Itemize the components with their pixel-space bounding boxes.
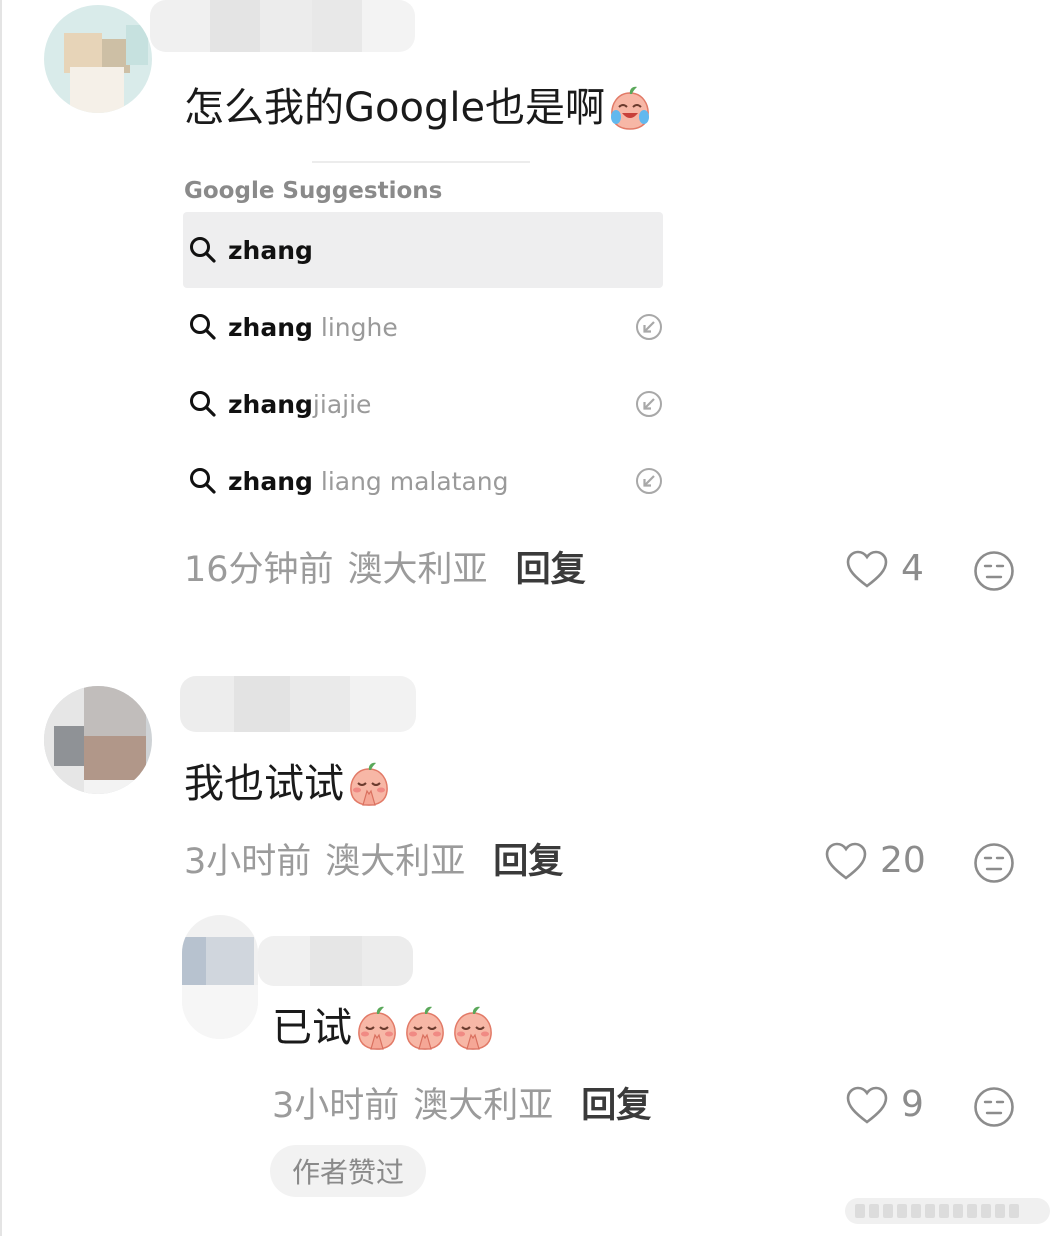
- comment-meta: 3小时前 澳大利亚 回复: [184, 842, 563, 882]
- search-icon: [188, 389, 218, 419]
- suggestion-row[interactable]: zhang: [183, 212, 663, 288]
- location: 澳大利亚: [347, 550, 488, 590]
- username-blurred[interactable]: [180, 676, 416, 732]
- reply-button[interactable]: 回复: [493, 842, 563, 882]
- like-button[interactable]: 20: [824, 840, 926, 881]
- fill-query-arrow-icon[interactable]: [635, 390, 663, 418]
- username-blurred[interactable]: [150, 0, 415, 52]
- suggestion-row[interactable]: zhang liang malatang: [183, 443, 663, 519]
- heart-icon: [825, 842, 867, 880]
- reply-meta: 3小时前 澳大利亚 回复: [272, 1086, 651, 1126]
- comment-text: 我也试试: [184, 760, 392, 808]
- search-icon: [188, 466, 218, 496]
- timestamp: 3小时前: [272, 1086, 400, 1126]
- heart-icon: [846, 550, 888, 588]
- reply-button[interactable]: 回复: [516, 550, 586, 590]
- praying-emoji-icon: [450, 1005, 496, 1051]
- comment-text: 怎么我的Google也是啊: [184, 84, 653, 132]
- avatar[interactable]: [44, 686, 152, 794]
- username-blurred[interactable]: [258, 936, 413, 986]
- author-liked-badge: 作者赞过: [270, 1145, 426, 1197]
- praying-emoji-icon: [402, 1005, 448, 1051]
- reply-body: 已试: [272, 1005, 352, 1051]
- avatar[interactable]: [182, 915, 258, 1039]
- divider: [312, 161, 530, 163]
- dislike-face-icon[interactable]: [973, 1086, 1015, 1128]
- reply-text: 已试: [272, 1004, 496, 1052]
- heart-icon: [846, 1086, 888, 1124]
- comment-meta: 16分钟前 澳大利亚 回复: [184, 550, 586, 590]
- search-icon: [188, 235, 218, 265]
- like-count: 4: [901, 548, 924, 589]
- praying-emoji-icon: [346, 761, 392, 807]
- comment-body: 我也试试: [184, 761, 344, 807]
- suggestion-row[interactable]: zhangjiajie: [183, 366, 663, 442]
- suggestions-title: Google Suggestions: [184, 178, 443, 204]
- dislike-face-icon[interactable]: [973, 842, 1015, 884]
- suggestion-text: zhang linghe: [228, 312, 398, 342]
- avatar[interactable]: [44, 5, 152, 113]
- like-count: 9: [901, 1084, 924, 1125]
- search-icon: [188, 312, 218, 342]
- timestamp: 3小时前: [184, 842, 312, 882]
- fill-query-arrow-icon[interactable]: [635, 313, 663, 341]
- timestamp: 16分钟前: [184, 550, 334, 590]
- suggestion-row[interactable]: zhang linghe: [183, 289, 663, 365]
- like-button[interactable]: 9: [845, 1084, 924, 1125]
- location: 澳大利亚: [413, 1086, 554, 1126]
- suggestion-text: zhang liang malatang: [228, 466, 509, 496]
- watermark: [845, 1198, 1050, 1224]
- dislike-face-icon[interactable]: [973, 550, 1015, 592]
- location: 澳大利亚: [325, 842, 466, 882]
- fill-query-arrow-icon[interactable]: [635, 467, 663, 495]
- like-count: 20: [880, 840, 926, 881]
- suggestion-text: zhangjiajie: [228, 389, 372, 419]
- like-button[interactable]: 4: [845, 548, 924, 589]
- laughing-crying-emoji-icon: [607, 85, 653, 131]
- comment-body: 怎么我的Google也是啊: [184, 85, 606, 131]
- reply-button[interactable]: 回复: [581, 1086, 651, 1126]
- praying-emoji-icon: [354, 1005, 400, 1051]
- suggestion-text: zhang: [228, 235, 313, 265]
- left-edge: [0, 0, 2, 1236]
